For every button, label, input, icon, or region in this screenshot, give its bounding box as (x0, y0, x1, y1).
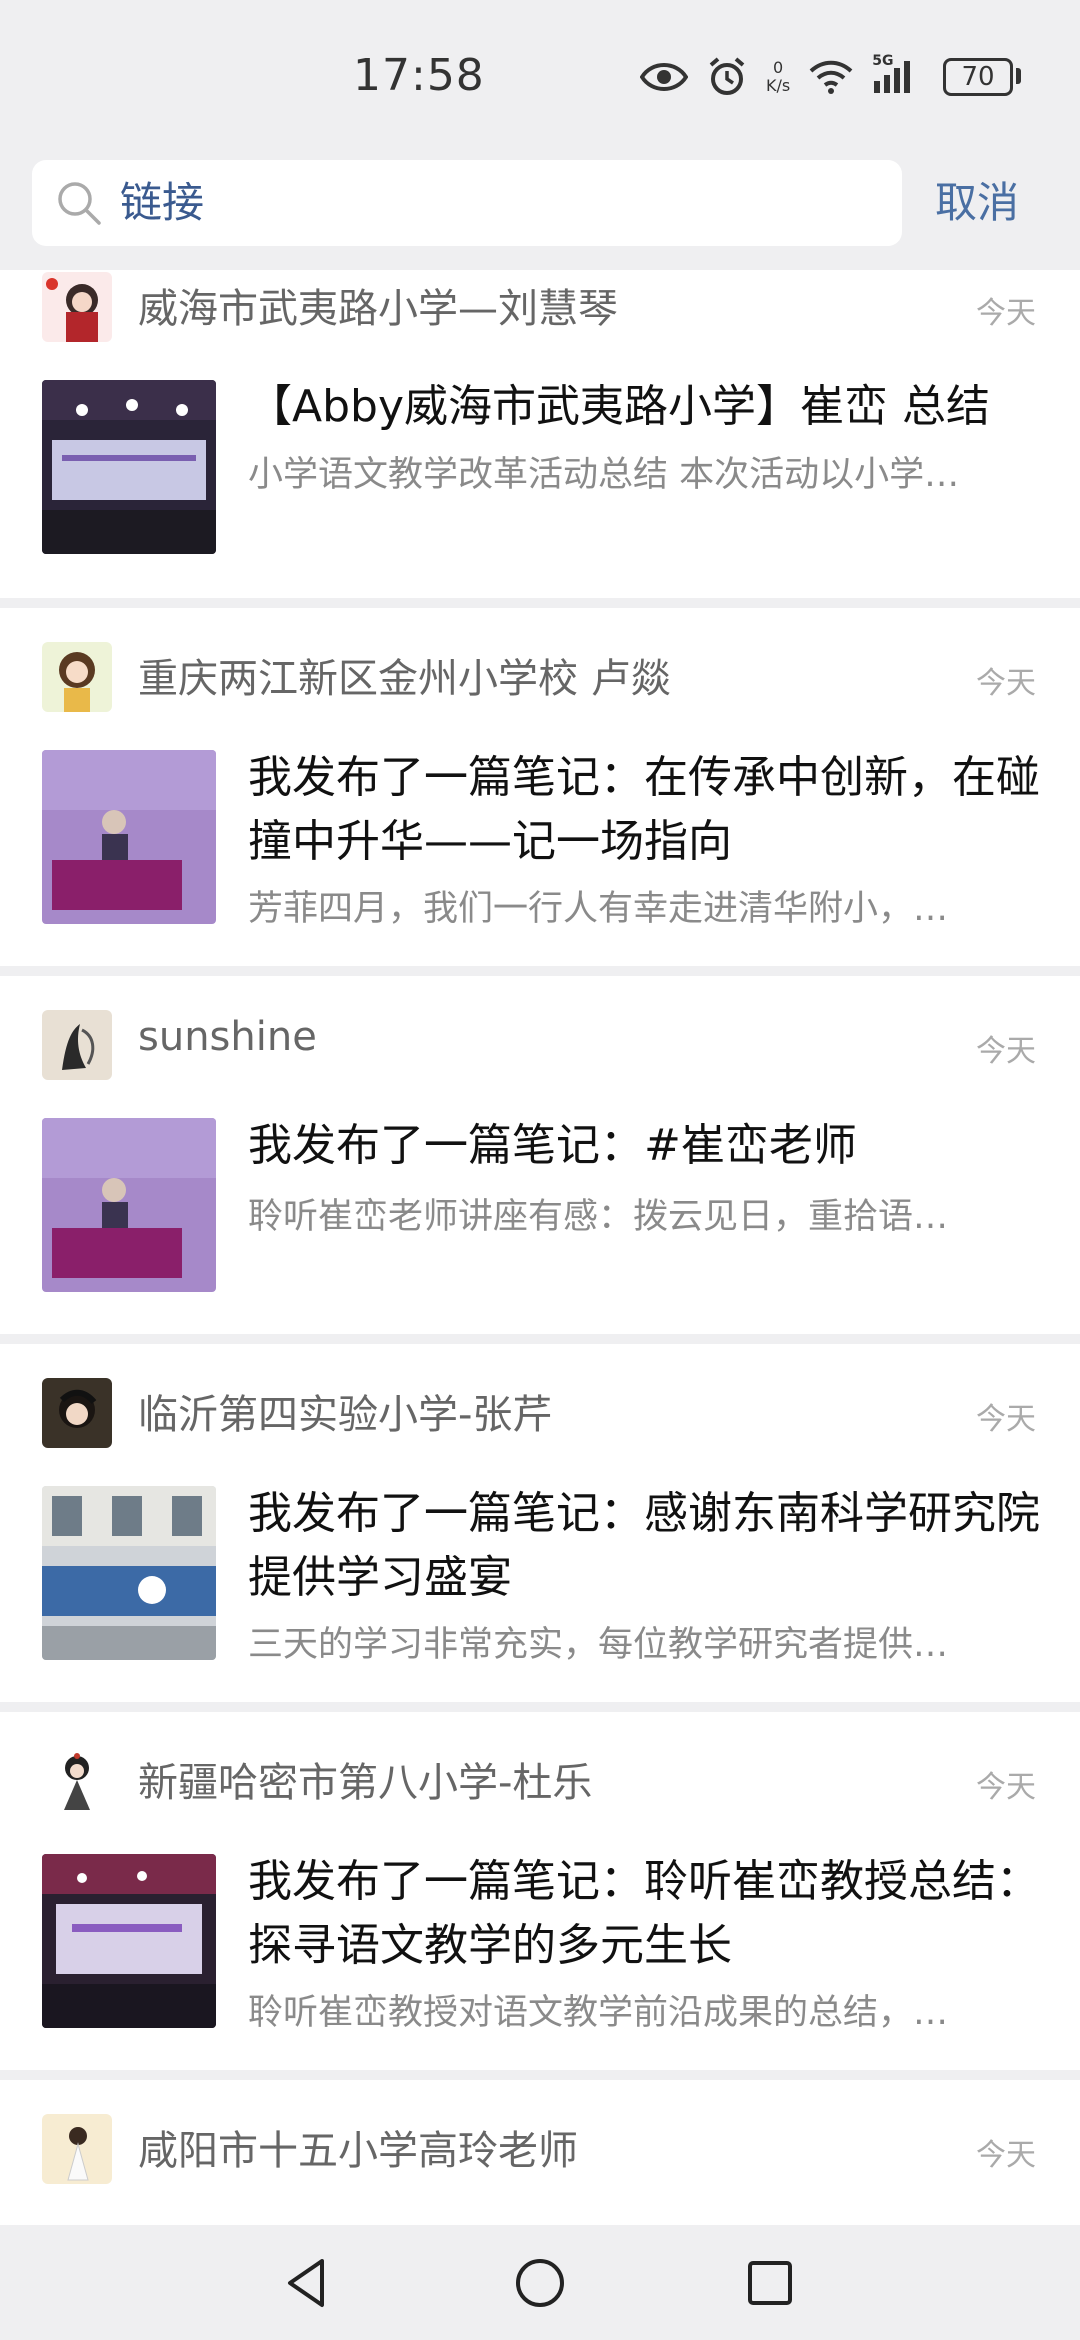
back-icon[interactable] (276, 2251, 340, 2315)
result-title: 我发布了一篇笔记：感谢东南科学研究院提供学习盛宴 (248, 1488, 1040, 1603)
search-box[interactable]: 链接 (32, 160, 902, 246)
wifi-icon (808, 59, 854, 95)
result-card[interactable]: 新疆哈密市第八小学-杜乐 今天 我发布了一篇笔记：聆听崔峦教授总结：探寻语文教学… (0, 1712, 1080, 2070)
cellular-signal-icon: 5G (872, 53, 916, 95)
avatar (42, 272, 112, 342)
status-time: 17:58 (353, 50, 485, 101)
alarm-icon (706, 56, 748, 98)
net-speed-unit: K/s (766, 76, 791, 95)
result-list: 威海市武夷路小学—刘慧琴 今天 【Abby威海市武夷路小学】崔峦 总结 小学语文… (0, 270, 1080, 2290)
result-summary: 芳菲四月，我们一行人有幸走进清华附小，… (248, 889, 949, 929)
battery-icon: 70 (943, 58, 1013, 96)
result-title: 我发布了一篇笔记：在传承中创新，在碰撞中升华——记一场指向 (248, 752, 1040, 867)
result-title: 【Abby威海市武夷路小学】崔峦 总结 (248, 381, 990, 432)
search-input[interactable]: 链接 (120, 160, 204, 246)
thumbnail-image (42, 1854, 216, 2028)
avatar (42, 642, 112, 712)
signal-label: 5G (872, 53, 894, 69)
result-summary: 小学语文教学改革活动总结 本次活动以小学… (248, 455, 960, 495)
search-icon (54, 178, 104, 228)
battery-tip (1016, 68, 1021, 84)
result-card[interactable]: 重庆两江新区金州小学校 卢燚 今天 我发布了一篇笔记：在传承中创新，在碰撞中升华… (0, 608, 1080, 966)
home-icon[interactable] (508, 2251, 572, 2315)
author-name: 咸阳市十五小学高玲老师 (138, 2128, 578, 2174)
result-summary: 三天的学习非常充实，每位教学研究者提供… (248, 1625, 949, 1665)
author-name: 重庆两江新区金州小学校 卢燚 (138, 656, 671, 702)
eye-icon (640, 59, 688, 95)
result-card[interactable]: 威海市武夷路小学—刘慧琴 今天 【Abby威海市武夷路小学】崔峦 总结 小学语文… (0, 270, 1080, 598)
result-title: 我发布了一篇笔记：聆听崔峦教授总结：探寻语文教学的多元生长 (248, 1856, 1040, 1971)
status-bar: 17:58 0 K/s 5G 70 (0, 0, 1080, 150)
system-nav-bar (0, 2225, 1080, 2340)
net-speed-value: 0 (773, 58, 784, 77)
post-date: 今天 (976, 1402, 1036, 1437)
author-name: 威海市武夷路小学—刘慧琴 (138, 286, 618, 332)
result-card[interactable]: sunshine 今天 我发布了一篇笔记：#崔峦老师 聆听崔峦老师讲座有感：拨云… (0, 976, 1080, 1334)
post-date: 今天 (976, 1770, 1036, 1805)
avatar (42, 2114, 112, 2184)
post-date: 今天 (976, 1034, 1036, 1069)
post-date: 今天 (976, 296, 1036, 331)
recent-apps-icon[interactable] (738, 2251, 802, 2315)
author-name: 临沂第四实验小学-张芹 (138, 1392, 553, 1438)
author-name: 新疆哈密市第八小学-杜乐 (138, 1760, 593, 1806)
thumbnail-image (42, 1486, 216, 1660)
net-speed: 0 K/s (766, 59, 790, 95)
author-name: sunshine (138, 1014, 317, 1060)
thumbnail-image (42, 1118, 216, 1292)
thumbnail-image (42, 750, 216, 924)
result-summary: 聆听崔峦教授对语文教学前沿成果的总结，… (248, 1993, 949, 2033)
result-summary: 聆听崔峦老师讲座有感：拨云见日，重拾语… (248, 1197, 949, 1237)
result-title: 我发布了一篇笔记：#崔峦老师 (248, 1120, 857, 1171)
status-icons: 0 K/s 5G (640, 52, 916, 102)
post-date: 今天 (976, 2138, 1036, 2173)
post-date: 今天 (976, 666, 1036, 701)
result-card[interactable]: 临沂第四实验小学-张芹 今天 我发布了一篇笔记：感谢东南科学研究院提供学习盛宴 … (0, 1344, 1080, 1702)
avatar (42, 1746, 112, 1816)
battery-level: 70 (961, 62, 995, 92)
cancel-button[interactable]: 取消 (935, 160, 1019, 246)
avatar (42, 1378, 112, 1448)
avatar (42, 1010, 112, 1080)
thumbnail-image (42, 380, 216, 554)
